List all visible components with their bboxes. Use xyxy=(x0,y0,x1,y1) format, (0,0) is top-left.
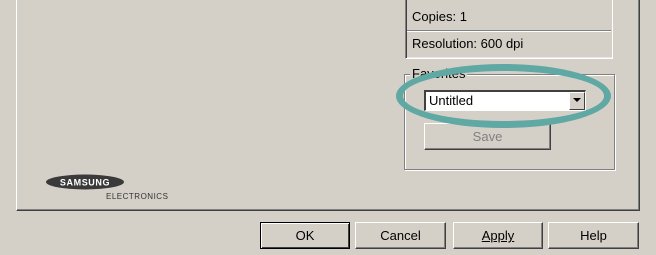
resolution-summary: Resolution: 600 dpi xyxy=(412,36,524,51)
help-button[interactable]: Help xyxy=(548,222,639,249)
logo-subtitle: ELECTRONICS xyxy=(106,192,169,201)
favorites-dropdown[interactable]: Untitled xyxy=(424,90,586,111)
cancel-button[interactable]: Cancel xyxy=(355,222,446,249)
svg-text:SAMSUNG: SAMSUNG xyxy=(60,178,110,188)
samsung-logo: SAMSUNG xyxy=(46,174,124,190)
dropdown-arrow-button[interactable] xyxy=(569,92,585,110)
copies-summary: Copies: 1 xyxy=(412,9,467,24)
ok-button[interactable]: OK xyxy=(260,222,350,249)
apply-button[interactable]: Apply xyxy=(453,222,543,249)
chevron-down-icon xyxy=(573,98,581,102)
save-favorite-button[interactable]: Save xyxy=(424,123,551,150)
favorites-group xyxy=(404,74,615,170)
favorites-selected-value: Untitled xyxy=(429,93,474,108)
summary-divider xyxy=(407,30,611,32)
printer-properties-dialog: Copies: 1 Resolution: 600 dpi Favorites … xyxy=(0,0,656,255)
favorites-legend: Favorites xyxy=(410,66,468,81)
settings-summary-box: Copies: 1 Resolution: 600 dpi xyxy=(405,0,613,59)
